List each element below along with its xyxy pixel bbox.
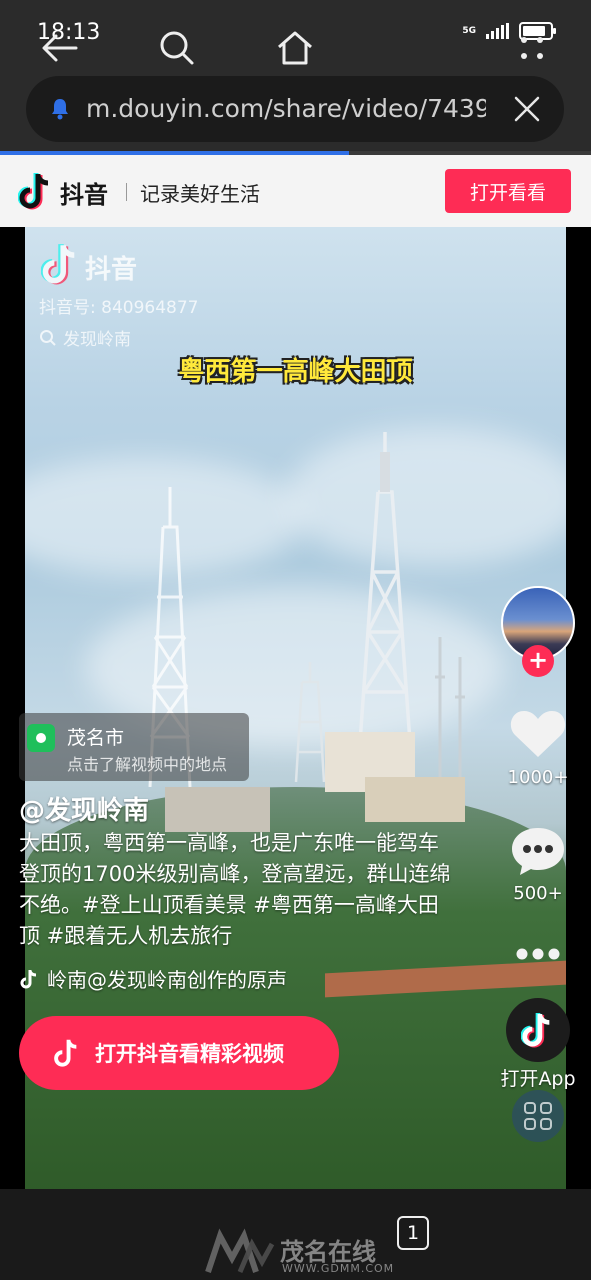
more-options-icon[interactable] bbox=[515, 946, 561, 962]
building-image bbox=[165, 787, 270, 832]
open-douyin-cta-button[interactable]: 打开抖音看精彩视频 bbox=[19, 1016, 339, 1090]
open-app-button[interactable] bbox=[506, 998, 570, 1062]
cloud-shape bbox=[285, 427, 566, 567]
comment-count: 500+ bbox=[513, 883, 563, 904]
watermark-search-text: 发现岭南 bbox=[63, 330, 131, 350]
watermark-brand: 抖音 bbox=[85, 255, 138, 285]
close-icon[interactable] bbox=[512, 94, 542, 124]
site-watermark-url: WWW.GDMM.COM bbox=[282, 1262, 395, 1275]
heart-icon[interactable] bbox=[509, 705, 567, 759]
open-in-app-button[interactable]: 打开看看 bbox=[445, 169, 571, 213]
comment-icon[interactable] bbox=[510, 825, 566, 877]
watermark-account-id: 抖音号: 840964877 bbox=[39, 298, 199, 318]
author-name[interactable]: @发现岭南 bbox=[19, 790, 149, 827]
search-icon bbox=[40, 329, 56, 346]
menu-dots-icon[interactable] bbox=[512, 28, 552, 68]
location-city: 茂名市 bbox=[67, 727, 125, 749]
antenna-mast-image bbox=[294, 662, 326, 782]
divider bbox=[126, 183, 127, 201]
music-info[interactable]: 岭南@发现岭南创作的原声 bbox=[19, 964, 287, 993]
music-title: 岭南@发现岭南创作的原声 bbox=[47, 968, 287, 992]
address-bar[interactable]: m.douyin.com/share/video/74395 bbox=[26, 76, 564, 142]
app-grid-icon[interactable] bbox=[512, 1090, 564, 1142]
douyin-slogan: 记录美好生活 bbox=[140, 182, 260, 206]
browser-toolbar: m.douyin.com/share/video/74395 bbox=[0, 68, 591, 152]
location-chip[interactable]: 茂名市 点击了解视频中的地点 bbox=[19, 713, 249, 781]
home-icon[interactable] bbox=[275, 28, 315, 68]
music-note-icon bbox=[20, 969, 37, 988]
douyin-brand-name: 抖音 bbox=[60, 181, 108, 209]
transmission-tower-image bbox=[358, 432, 412, 742]
cta-label: 打开抖音看精彩视频 bbox=[95, 1042, 284, 1066]
watermark-search: 发现岭南 bbox=[39, 325, 131, 350]
signal-icon bbox=[486, 23, 509, 39]
douyin-logo-icon bbox=[521, 1013, 550, 1048]
follow-plus-button[interactable]: + bbox=[522, 645, 554, 677]
douyin-logo-icon bbox=[18, 173, 49, 210]
douyin-banner: 抖音 记录美好生活 打开看看 bbox=[0, 155, 591, 227]
douyin-logo-icon bbox=[54, 1039, 77, 1067]
open-app-label[interactable]: 打开App bbox=[488, 1064, 588, 1091]
douyin-watermark-logo-icon bbox=[41, 244, 75, 285]
notification-bell-icon[interactable] bbox=[50, 98, 70, 120]
antenna-mast-image bbox=[435, 637, 465, 777]
url-text[interactable]: m.douyin.com/share/video/74395 bbox=[86, 94, 486, 123]
network-type: 5G bbox=[462, 25, 476, 36]
video-description: 大田顶，粤西第一高峰，也是广东唯一能驾车登顶的1700米级别高峰，登高望远，群山… bbox=[19, 831, 451, 948]
like-count: 1000+ bbox=[507, 767, 569, 788]
location-hint: 点击了解视频中的地点 bbox=[67, 755, 228, 774]
building-image bbox=[365, 777, 465, 822]
video-caption-title: 粤西第一高峰大田顶 bbox=[178, 357, 413, 387]
back-arrow-icon[interactable] bbox=[40, 28, 80, 68]
search-icon[interactable] bbox=[157, 28, 197, 68]
location-pin-icon bbox=[27, 724, 55, 752]
